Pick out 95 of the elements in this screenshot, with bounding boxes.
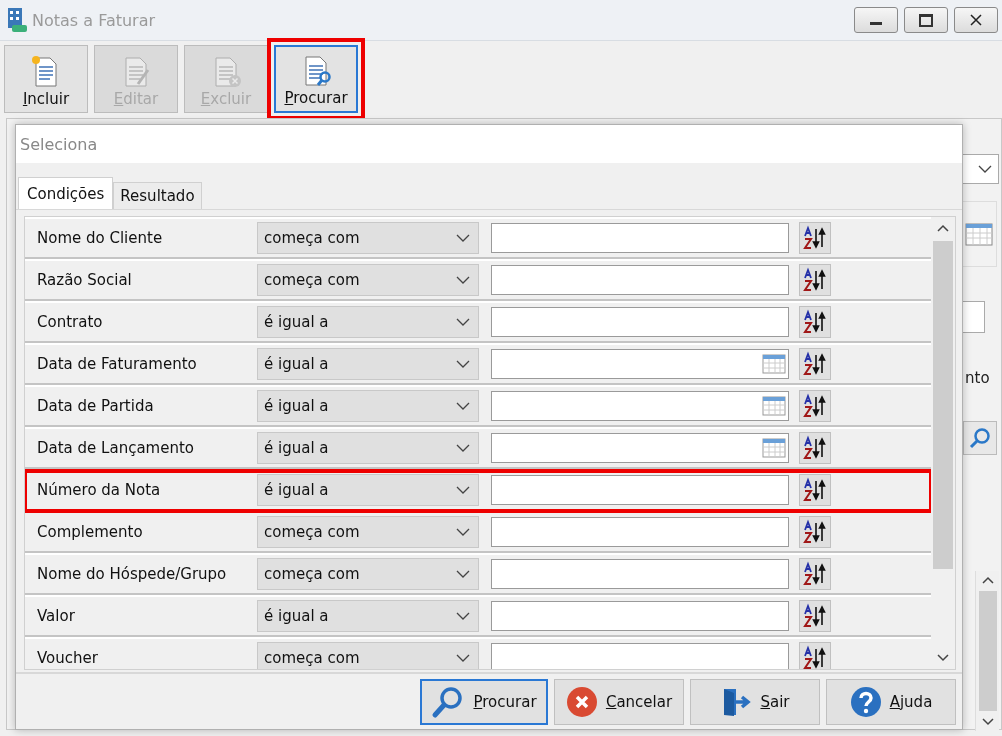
calendar-icon	[965, 222, 993, 246]
operator-dropdown[interactable]: é igual a	[257, 474, 479, 506]
sort-button[interactable]	[799, 558, 831, 590]
operator-dropdown[interactable]: é igual a	[257, 348, 479, 380]
chevron-down-icon	[978, 165, 992, 173]
value-field[interactable]	[491, 643, 789, 669]
close-icon	[970, 14, 982, 26]
field-name: Valor	[36, 607, 76, 625]
field-name: Data de Lançamento	[36, 439, 195, 457]
field-name: Contrato	[36, 313, 104, 331]
sort-button[interactable]	[799, 474, 831, 506]
sort-icon	[802, 645, 828, 669]
chevron-down-icon	[456, 528, 470, 536]
field-name: Nome do Hóspede/Grupo	[36, 565, 228, 583]
close-button[interactable]	[954, 7, 998, 33]
chevron-down-icon	[456, 360, 470, 368]
chevron-down-icon[interactable]	[936, 653, 950, 663]
field-name: Data de Partida	[36, 397, 155, 415]
chevron-down-icon	[456, 612, 470, 620]
operator-dropdown[interactable]: começa com	[257, 264, 479, 296]
operator-dropdown[interactable]: começa com	[257, 558, 479, 590]
search-button[interactable]	[963, 421, 997, 455]
chevron-down-icon	[456, 444, 470, 452]
operator-dropdown[interactable]: é igual a	[257, 306, 479, 338]
chevron-down-icon	[456, 402, 470, 410]
operator-dropdown[interactable]: começa com	[257, 222, 479, 254]
field-name: Voucher	[36, 649, 99, 667]
dialog-title: Seleciona	[20, 134, 98, 154]
sort-button[interactable]	[799, 600, 831, 632]
sort-icon	[802, 435, 828, 461]
sort-icon	[802, 477, 828, 503]
value-field[interactable]	[491, 559, 789, 589]
calendar-icon[interactable]	[762, 354, 786, 374]
building-icon	[6, 7, 28, 33]
window-title: Notas a Faturar	[32, 10, 156, 30]
value-field[interactable]	[491, 223, 789, 253]
field-name: Complemento	[36, 523, 144, 541]
sort-icon	[802, 309, 828, 335]
chevron-up-icon[interactable]	[980, 575, 995, 585]
sort-button[interactable]	[799, 264, 831, 296]
chevron-up-icon[interactable]	[936, 223, 950, 233]
value-field[interactable]	[491, 307, 789, 337]
sort-button[interactable]	[799, 348, 831, 380]
restore-button[interactable]	[904, 7, 948, 33]
sort-button[interactable]	[799, 432, 831, 464]
chevron-down-icon	[456, 486, 470, 494]
sort-button[interactable]	[799, 516, 831, 548]
chevron-down-icon	[456, 570, 470, 578]
sort-button[interactable]	[799, 390, 831, 422]
sort-icon	[802, 519, 828, 545]
tab[interactable]: Resultado	[113, 182, 202, 209]
calendar-icon[interactable]	[762, 396, 786, 416]
field-name: Número da Nota	[36, 481, 162, 499]
cancel-icon	[565, 685, 598, 718]
date-field[interactable]	[491, 349, 789, 379]
exit-button[interactable]: Sair	[690, 678, 820, 725]
sort-icon	[802, 393, 828, 419]
calendar-icon[interactable]	[762, 438, 786, 458]
field-name: Razão Social	[36, 271, 133, 289]
operator-dropdown[interactable]: é igual a	[257, 390, 479, 422]
chevron-down-icon	[456, 654, 470, 662]
value-field[interactable]	[491, 265, 789, 295]
value-field[interactable]	[491, 517, 789, 547]
chevron-down-icon[interactable]	[980, 717, 995, 727]
chevron-down-icon	[456, 318, 470, 326]
date-field[interactable]	[491, 433, 789, 463]
search-button[interactable]: Procurar	[420, 678, 548, 725]
search-icon	[968, 426, 992, 450]
new-toolbar-button[interactable]: Incluir	[4, 45, 88, 113]
chevron-down-icon	[456, 276, 470, 284]
chevron-down-icon	[456, 234, 470, 242]
operator-dropdown[interactable]: é igual a	[257, 600, 479, 632]
sort-button[interactable]	[799, 222, 831, 254]
sort-icon	[802, 225, 828, 251]
sort-button[interactable]	[799, 306, 831, 338]
scrollbar[interactable]	[931, 217, 955, 669]
operator-dropdown[interactable]: começa com	[257, 642, 479, 669]
operator-dropdown[interactable]: é igual a	[257, 432, 479, 464]
value-field[interactable]	[491, 601, 789, 631]
operator-dropdown[interactable]: começa com	[257, 516, 479, 548]
tab[interactable]: Condições	[18, 177, 114, 209]
sort-icon	[802, 267, 828, 293]
cancel-button[interactable]: Cancelar	[554, 678, 684, 725]
minimize-button[interactable]	[854, 7, 898, 33]
sort-icon	[802, 561, 828, 587]
field-name: Data de Faturamento	[36, 355, 198, 373]
date-field[interactable]	[491, 391, 789, 421]
field-label: nto	[965, 369, 990, 387]
help-button[interactable]: Ajuda	[826, 678, 956, 725]
sort-icon	[802, 603, 828, 629]
field-name: Nome do Cliente	[36, 229, 164, 247]
value-field[interactable]	[491, 475, 789, 505]
sort-button[interactable]	[799, 642, 831, 669]
help-icon	[849, 685, 882, 718]
sort-icon	[802, 351, 828, 377]
